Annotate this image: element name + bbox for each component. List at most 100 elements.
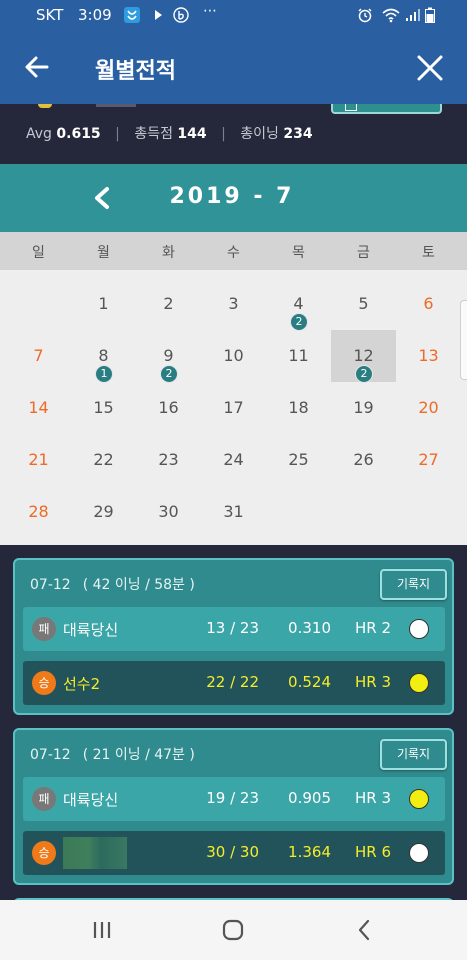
chevron-left-icon[interactable]: [92, 186, 112, 210]
player-name: 대륙당신: [63, 621, 119, 639]
weekday-label: 수: [227, 245, 240, 261]
day-number: 3: [228, 294, 239, 313]
innings-label: 총이닝: [240, 126, 279, 142]
calendar-day-26[interactable]: 26: [331, 434, 396, 486]
player-avg: 1.364: [288, 843, 331, 861]
status-dot-icon: [409, 673, 429, 693]
calendar-day-8[interactable]: 81: [71, 330, 136, 383]
game-date: 07-12 ( 42 이닝 / 58분 ): [30, 574, 195, 594]
day-number: 19: [353, 398, 374, 417]
day-number: 25: [288, 450, 309, 469]
calendar-day-27[interactable]: 27: [396, 434, 461, 486]
calendar-day-28[interactable]: 28: [6, 486, 71, 538]
win-badge: 승: [32, 841, 56, 865]
signal-icon: [404, 7, 420, 23]
day-number: 7: [33, 346, 44, 365]
calendar-day-24[interactable]: 24: [201, 434, 266, 486]
recent-apps-icon[interactable]: [89, 917, 115, 943]
medal-icon: [38, 104, 52, 108]
calendar-day-30[interactable]: 30: [136, 486, 201, 538]
back-icon[interactable]: [352, 917, 378, 943]
day-number: 9: [163, 346, 174, 365]
weekday-label: 화: [162, 245, 175, 261]
game-date: 07-12 ( 21 이닝 / 47분 ): [30, 744, 195, 764]
day-number: 13: [418, 346, 439, 365]
weekday-label: 일: [32, 245, 45, 261]
calendar-day-16[interactable]: 16: [136, 382, 201, 434]
wifi-icon: [381, 7, 401, 23]
game-count-badge: 1: [95, 365, 113, 383]
loss-badge: 패: [32, 787, 56, 811]
game-count-badge: 2: [290, 313, 308, 331]
calendar-day-7[interactable]: 7: [6, 330, 71, 382]
day-number: 5: [358, 294, 369, 313]
scoresheet-button[interactable]: 기록지: [380, 569, 447, 600]
game-count-badge: 2: [160, 365, 178, 383]
home-icon[interactable]: [220, 917, 246, 943]
calendar-day-17[interactable]: 17: [201, 382, 266, 434]
calendar-day-9[interactable]: 92: [136, 330, 201, 383]
player-name-peek: [96, 104, 136, 107]
play-icon: [150, 7, 166, 23]
loss-badge: 패: [32, 617, 56, 641]
page-title: 월별전적: [95, 59, 176, 84]
calendar-day-14[interactable]: 14: [6, 382, 71, 434]
month-label: 2019 - 7: [169, 184, 295, 209]
calendar-day-31[interactable]: 31: [201, 486, 266, 538]
calendar-day-2[interactable]: 2: [136, 278, 201, 330]
player-homeruns: HR 2: [355, 619, 392, 637]
day-number: 17: [223, 398, 244, 417]
weekday-label: 목: [292, 245, 305, 261]
weekday-label: 월: [97, 245, 110, 261]
scoresheet-button[interactable]: 기록지: [380, 739, 447, 770]
player-name-redacted: [63, 837, 127, 869]
player-row[interactable]: 패 대륙당신 19 / 23 0.905 HR 3: [23, 777, 445, 821]
day-number: 29: [93, 502, 114, 521]
game-card[interactable]: 07-12 ( 21 이닝 / 47분 ) 기록지패 대륙당신 19 / 23 0.905…: [13, 728, 454, 885]
calendar-day-12[interactable]: 12 2: [331, 330, 396, 383]
innings-value: 234: [283, 126, 313, 142]
scrollbar-handle[interactable]: [460, 300, 467, 380]
summary-button[interactable]: [331, 104, 442, 114]
player-row[interactable]: 승 30 / 30 1.364 HR 6: [23, 831, 445, 875]
weekday-label: 금: [357, 245, 370, 261]
calendar-day-19[interactable]: 19: [331, 382, 396, 434]
player-score: 19 / 23: [206, 789, 259, 807]
calendar-day-25[interactable]: 25: [266, 434, 331, 486]
weekday-label: 토: [422, 245, 435, 261]
calendar-day-20[interactable]: 20: [396, 382, 461, 434]
day-number: 10: [223, 346, 244, 365]
player-row[interactable]: 승 선수2 22 / 22 0.524 HR 3: [23, 661, 445, 705]
player-name: 대륙당신: [63, 791, 119, 809]
avg-value: 0.615: [56, 126, 101, 142]
calendar-day-23[interactable]: 23: [136, 434, 201, 486]
calendar-day-21[interactable]: 21: [6, 434, 71, 486]
calendar-day-4[interactable]: 42: [266, 278, 331, 331]
player-row[interactable]: 패 대륙당신 13 / 23 0.310 HR 2: [23, 607, 445, 651]
day-number: 24: [223, 450, 244, 469]
day-number: 16: [158, 398, 179, 417]
weekday-header: 일월화수목금토: [0, 232, 467, 270]
game-card[interactable]: 07-12 ( 42 이닝 / 58분 ) 기록지 패 대륙당신 13 / 23 0.310…: [13, 558, 454, 715]
calendar-day-6[interactable]: 6: [396, 278, 461, 330]
calendar-day-11[interactable]: 11: [266, 330, 331, 382]
calendar-day-1[interactable]: 1: [71, 278, 136, 330]
close-icon[interactable]: [414, 52, 446, 84]
arrow-left-icon[interactable]: [22, 52, 52, 82]
calendar-day-18[interactable]: 18: [266, 382, 331, 434]
calendar-day-10[interactable]: 10: [201, 330, 266, 382]
calendar-day-15[interactable]: 15: [71, 382, 136, 434]
day-number: 30: [158, 502, 179, 521]
calendar-day-3[interactable]: 3: [201, 278, 266, 330]
day-number: 11: [288, 346, 309, 365]
player-avg: 0.905: [288, 789, 331, 807]
calendar-day-22[interactable]: 22: [71, 434, 136, 486]
b-app-icon: [173, 7, 189, 23]
game-duration: ( 21 이닝 / 47분 ): [82, 747, 195, 763]
game-date-value: 07-12: [30, 747, 71, 763]
calendar-day-13[interactable]: 13: [396, 330, 461, 382]
calendar-day-5[interactable]: 5: [331, 278, 396, 330]
calendar-day-29[interactable]: 29: [71, 486, 136, 538]
clock: 3:09: [78, 6, 112, 24]
day-number: 20: [418, 398, 439, 417]
